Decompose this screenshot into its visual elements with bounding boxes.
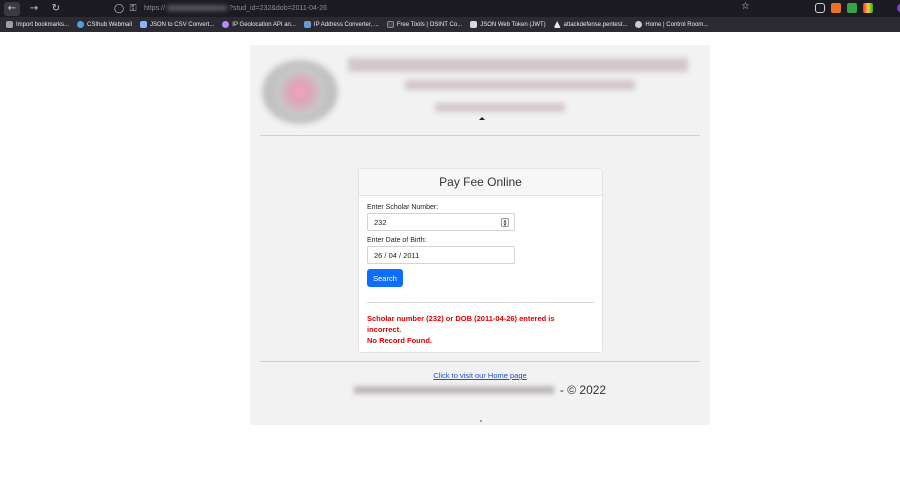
dob-value: 26 / 04 / 2011: [374, 250, 420, 260]
error-line-1: Scholar number (232) or DOB (2011-04-26)…: [367, 314, 555, 323]
dob-input[interactable]: 26 / 04 / 2011: [367, 246, 515, 264]
blurred-school-address: [405, 80, 635, 90]
page-container: Pay Fee Online Enter Scholar Number: 232…: [250, 45, 710, 425]
number-spinner-icon[interactable]: ▲ ▼: [501, 218, 509, 227]
bookmark-item[interactable]: Import bookmarks...: [6, 21, 69, 28]
error-line-2: incorrect.: [367, 325, 402, 334]
scholar-number-value: 232: [374, 217, 387, 227]
bookmark-label: Import bookmarks...: [16, 21, 70, 28]
url-scheme: https://: [144, 5, 166, 12]
header-marker: [479, 117, 485, 120]
bookmark-item[interactable]: CSIhub Webmail: [77, 21, 132, 28]
url-path: ?stud_id=232&dob=2011-04-26: [229, 5, 327, 12]
scholar-number-label: Enter Scholar Number:: [367, 204, 439, 211]
card-divider: [367, 302, 594, 303]
search-button[interactable]: Search: [367, 269, 403, 287]
bookmark-item[interactable]: IP Address Converter, ...: [303, 21, 379, 28]
bookmark-item[interactable]: Home | Control Room...: [635, 21, 708, 28]
bookmark-label: IP Geolocation API an...: [232, 21, 296, 28]
reload-icon[interactable]: ↻: [48, 2, 64, 16]
fox-extension-icon[interactable]: [831, 3, 841, 13]
lock-icon[interactable]: ⚿: [126, 4, 140, 14]
extension-icons: [815, 3, 900, 13]
blurred-school-name: [348, 58, 688, 72]
card-title: Pay Fee Online: [359, 169, 602, 196]
footer: - © 2022: [250, 383, 710, 397]
bookmark-star-icon[interactable]: ☆: [741, 1, 750, 12]
green-extension-icon[interactable]: [847, 3, 857, 13]
bookmarks-bar: Import bookmarks... CSIhub Webmail JSON …: [0, 17, 900, 32]
address-bar[interactable]: ◯ ⚿ https:// ?stud_id=232&dob=2011-04-26: [112, 1, 760, 16]
bookmark-label: Free Tools | OSINT Co...: [396, 21, 463, 28]
bookmark-label: attackdefense.pentest...: [563, 21, 628, 28]
forward-arrow-icon[interactable]: →: [26, 2, 42, 16]
dob-label: Enter Date of Birth:: [367, 237, 427, 244]
back-arrow-icon[interactable]: ←: [4, 1, 20, 16]
header-divider: [260, 135, 700, 136]
multicolor-extension-icon[interactable]: [863, 3, 873, 13]
error-line-3: No Record Found.: [367, 336, 432, 345]
tracking-shield-icon[interactable]: ◯: [112, 4, 126, 14]
card-body: Enter Scholar Number: 232 ▲ ▼ Enter Date …: [359, 196, 602, 346]
scholar-number-input[interactable]: 232 ▲ ▼: [367, 213, 515, 231]
url-blurred-domain: [167, 5, 228, 12]
bookmark-import-icon: [6, 21, 13, 28]
bookmark-item[interactable]: JSON to CSV Convert...: [139, 21, 215, 28]
bookmark-site-icon: [386, 21, 394, 28]
pay-fee-card: Pay Fee Online Enter Scholar Number: 232…: [358, 168, 603, 353]
bookmark-item[interactable]: IP Geolocation API an...: [222, 21, 296, 28]
url-text: https:// ?stud_id=232&dob=2011-04-26: [144, 5, 327, 12]
bookmark-site-icon: [553, 21, 561, 28]
bookmark-item[interactable]: Free Tools | OSINT Co...: [386, 21, 463, 28]
bookmark-site-icon: [470, 21, 478, 28]
school-logo: [262, 60, 338, 124]
blurred-school-contact: [435, 103, 565, 112]
bookmark-globe-icon: [635, 21, 643, 28]
footer-divider: [260, 361, 700, 362]
error-message: Scholar number (232) or DOB (2011-04-26)…: [367, 313, 594, 346]
bookmark-item[interactable]: attackdefense.pentest...: [553, 21, 628, 28]
bookmark-site-icon: [139, 21, 147, 28]
blurred-school-footer-name: [353, 386, 554, 394]
bookmark-label: IP Address Converter, ...: [313, 21, 379, 28]
bookmark-site-icon: [77, 21, 85, 28]
pocket-icon[interactable]: [815, 3, 825, 13]
bookmark-site-icon: [222, 21, 230, 28]
browser-toolbar: ← → ↻ ◯ ⚿ https:// ?stud_id=232&dob=2011-…: [0, 0, 900, 17]
bookmark-label: Home | Control Room...: [645, 21, 709, 28]
bookmark-item[interactable]: JSON Web Token (JWT): [470, 21, 546, 28]
bookmark-label: JSON Web Token (JWT): [480, 21, 546, 28]
home-page-link[interactable]: Click to visit our Home page: [250, 371, 710, 380]
bookmark-label: JSON to CSV Convert...: [149, 21, 215, 28]
bookmark-site-icon: [303, 21, 311, 28]
copyright-text: - © 2022: [559, 383, 607, 397]
footer-dot: [480, 420, 482, 422]
bookmark-label: CSIhub Webmail: [87, 21, 132, 28]
